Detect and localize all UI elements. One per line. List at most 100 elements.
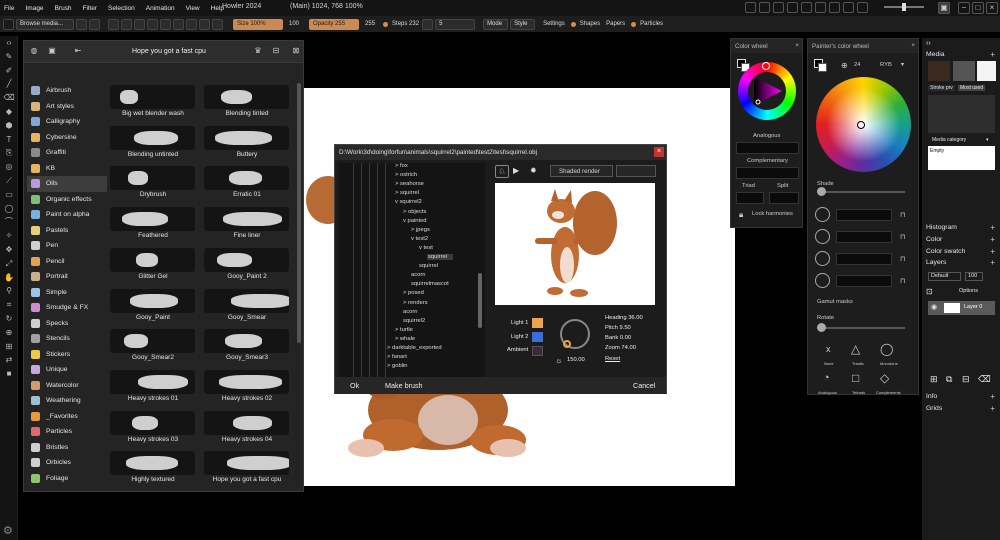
color-add-icon[interactable]: + <box>990 235 995 244</box>
brush-preset[interactable]: Hope you got a fast cpu <box>202 449 292 488</box>
brush-category-particles[interactable]: Particles <box>27 424 107 440</box>
tree-node[interactable]: > fox <box>395 163 408 169</box>
histogram-add-icon[interactable]: + <box>990 223 995 232</box>
mask-tetrads-icon[interactable]: □ <box>852 371 859 385</box>
menu-selection[interactable]: Selection <box>108 5 135 12</box>
media-add-icon[interactable]: + <box>990 50 995 59</box>
ambient-color-swatch[interactable] <box>532 346 543 356</box>
tree-node[interactable]: squirrel <box>427 254 454 260</box>
segments-count[interactable]: 24 <box>854 62 860 68</box>
zoom-in-icon[interactable] <box>843 2 854 13</box>
layer-blend-mode[interactable]: Default <box>928 272 961 281</box>
tab-stroke-preview[interactable]: Stroke prv <box>928 85 955 91</box>
ok-button[interactable]: Ok <box>350 381 359 390</box>
tree-node[interactable]: > darktable_exported <box>387 345 442 351</box>
brush-category-graffiti[interactable]: Graffiti <box>27 145 107 161</box>
zoom-tool-icon[interactable]: ⊕ <box>3 327 15 339</box>
close-icon[interactable]: × <box>986 2 998 14</box>
light-direction-handle[interactable] <box>563 340 571 348</box>
menu-filter[interactable]: Filter <box>83 5 97 12</box>
render-mode-dropdown[interactable]: Shaded render <box>550 165 613 177</box>
particles-menu[interactable]: Particles <box>640 21 663 27</box>
foreground-color-icon[interactable]: ■ <box>3 368 15 380</box>
bucket-tool-icon[interactable]: ⬢ <box>3 120 15 132</box>
brush-preset[interactable]: Drybrush <box>108 164 198 203</box>
flip-icon[interactable] <box>801 2 812 13</box>
media-thumb-2[interactable] <box>953 61 975 81</box>
layers-panel[interactable]: Layers <box>926 259 946 266</box>
tree-node[interactable]: > ostrich <box>395 172 417 178</box>
smudge-tool-icon[interactable]: ✐ <box>3 65 15 77</box>
color-swatch-add-icon[interactable]: + <box>990 247 995 256</box>
brush-category-smudge-fx[interactable]: Smudge & FX <box>27 300 107 316</box>
brush-preset[interactable]: Gooy_Smear <box>202 287 292 326</box>
brush-category-airbrush[interactable]: Airbrush <box>27 83 107 99</box>
brush-preset[interactable]: Erratic 01 <box>202 164 292 203</box>
steps-icon[interactable] <box>422 18 434 30</box>
gamut-slot-4[interactable] <box>836 275 892 287</box>
size-value[interactable]: 100 <box>289 21 299 27</box>
brush-category-pastels[interactable]: Pastels <box>27 223 107 239</box>
steps-value[interactable]: 5 <box>435 18 476 30</box>
brush-preset[interactable]: Gooy_Paint 2 <box>202 246 292 285</box>
add-folder-icon[interactable]: ▣ <box>46 46 58 57</box>
dialog-close-icon[interactable]: × <box>654 147 664 157</box>
papers-menu[interactable]: Papers <box>606 21 625 27</box>
blend-icon[interactable] <box>89 18 100 30</box>
zoom-out-icon[interactable] <box>829 2 840 13</box>
lock-harmonies-label[interactable]: Lock harmonies <box>752 211 793 217</box>
brush-category-pen[interactable]: Pen <box>27 238 107 254</box>
text-tool-icon[interactable]: T <box>3 134 15 146</box>
color-model[interactable]: RYB <box>880 62 892 68</box>
export-icon[interactable]: ⊟ <box>270 46 282 57</box>
redo-icon[interactable] <box>759 2 770 13</box>
media-category-empty[interactable]: Empty <box>930 148 944 154</box>
lock-icon[interactable] <box>108 18 119 30</box>
make-brush-button[interactable]: Make brush <box>385 381 423 390</box>
media-thumb-3[interactable] <box>977 61 996 81</box>
rotate-slider-handle[interactable] <box>817 323 826 332</box>
brush-category-stencils[interactable]: Stencils <box>27 331 107 347</box>
brush-category-bristles[interactable]: Bristles <box>27 440 107 456</box>
brush-category-cybersine[interactable]: Cybersine <box>27 130 107 146</box>
heading-value[interactable]: Heading 36.00 <box>605 315 643 321</box>
dry-icon[interactable] <box>186 18 197 30</box>
grid-tool-icon[interactable]: ⊞ <box>3 341 15 353</box>
tree-node[interactable]: > jpegs <box>411 227 430 233</box>
color-wheel-handle[interactable] <box>857 121 865 129</box>
layer-opacity[interactable]: 100 <box>965 272 983 281</box>
histogram-panel[interactable]: Histogram <box>926 224 957 231</box>
eyedropper-icon[interactable]: ⚲ <box>3 285 15 297</box>
brush-preset[interactable]: Heavy strokes 02 <box>202 368 292 407</box>
tree-node[interactable]: acorn <box>403 309 418 315</box>
tree-node[interactable]: > seahorse <box>395 181 424 187</box>
minimize-icon[interactable]: − <box>958 2 970 14</box>
complementary-swatches[interactable] <box>736 167 799 179</box>
brush-category-stickers[interactable]: Stickers <box>27 347 107 363</box>
brush-category-portrait[interactable]: Portrait <box>27 269 107 285</box>
gamut-mask-2-icon[interactable] <box>815 229 830 244</box>
brush-category-oils[interactable]: Oils <box>27 176 107 192</box>
brush-tool-icon[interactable]: ✎ <box>3 51 15 63</box>
media-category-dropdown[interactable]: Media category <box>932 137 966 143</box>
style-dropdown[interactable]: Style <box>510 18 536 30</box>
layer-lock-icon[interactable]: ⊡ <box>926 287 933 296</box>
hand-tool-icon[interactable]: ✋ <box>3 272 15 284</box>
clone-tool-icon[interactable]: ⎘ <box>3 147 15 159</box>
brush-preset[interactable]: Buttery <box>202 124 292 163</box>
lock-slot-2-icon[interactable]: ⊓ <box>900 233 905 241</box>
undo-icon[interactable] <box>745 2 756 13</box>
wet-icon[interactable] <box>173 18 184 30</box>
transform-tool-icon[interactable]: ⤢ <box>3 258 15 270</box>
rect-select-icon[interactable]: ▭ <box>3 189 15 201</box>
zoom-slider-handle[interactable] <box>902 3 906 11</box>
mask-analogous-icon[interactable]: ◔ <box>823 372 830 384</box>
grids-panel[interactable]: Grids <box>926 405 942 412</box>
brush-preset[interactable]: Gooy_Paint <box>108 287 198 326</box>
opacity-slider[interactable]: Opacity 255 <box>309 18 360 30</box>
grids-add-icon[interactable]: + <box>990 404 995 413</box>
panel-close-icon[interactable]: ⊠ <box>290 46 302 57</box>
settings-menu[interactable]: Settings <box>543 21 565 27</box>
color-wheel-close-icon[interactable]: × <box>795 42 799 49</box>
info-panel[interactable]: Info <box>926 393 937 400</box>
